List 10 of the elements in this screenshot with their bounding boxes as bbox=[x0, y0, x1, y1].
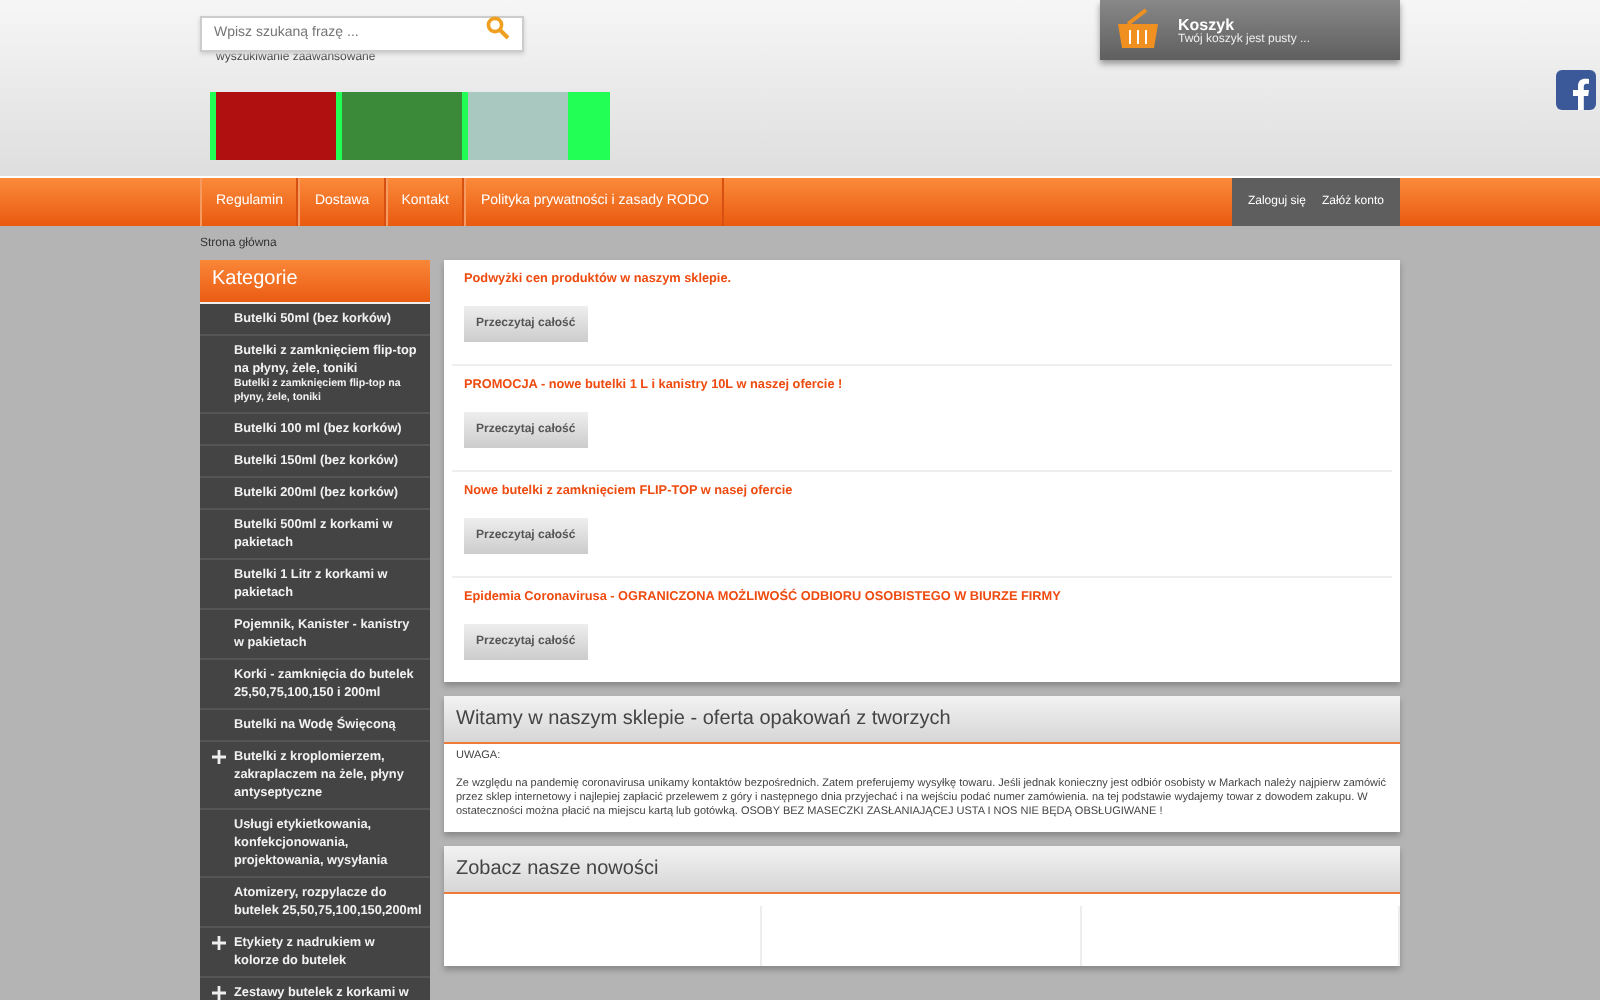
facebook-icon[interactable] bbox=[1556, 70, 1596, 110]
plus-icon[interactable] bbox=[212, 936, 226, 950]
categories-header: Kategorie bbox=[200, 260, 430, 304]
section-header: Witamy w naszym sklepie - oferta opakowań z tworzych bbox=[444, 696, 1400, 744]
plus-icon[interactable] bbox=[212, 750, 226, 764]
cart-title: Koszyk bbox=[1178, 15, 1235, 33]
plus-icon[interactable] bbox=[212, 986, 226, 1000]
bottles-banner[interactable] bbox=[210, 92, 610, 160]
section-header: Zobacz nasze nowości bbox=[444, 846, 1400, 894]
basket-icon bbox=[1114, 8, 1162, 52]
